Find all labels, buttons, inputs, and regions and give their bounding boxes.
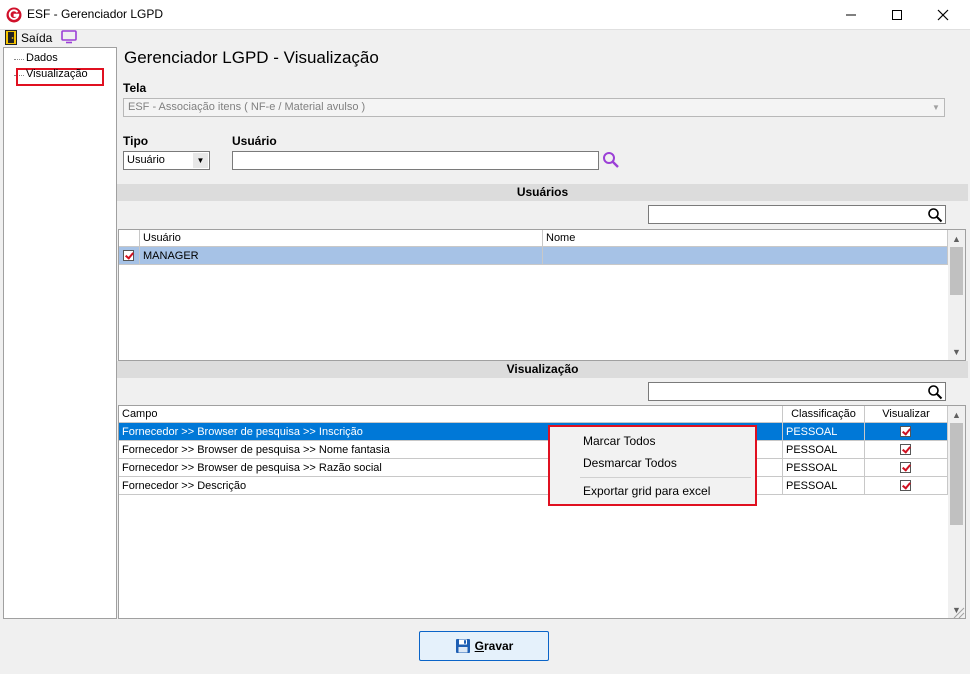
close-icon [937,9,949,21]
search-icon[interactable] [927,207,943,223]
table-row[interactable]: Fornecedor >> Browser de pesquisa >> Nom… [119,441,948,459]
title-bar: ESF - Gerenciador LGPD [0,0,970,30]
column-header-nome[interactable]: Nome [543,230,948,247]
usuario-cell[interactable]: MANAGER [140,247,543,265]
column-header-campo[interactable]: Campo [119,406,783,423]
minimize-icon [846,14,856,16]
checkbox-column-header [119,230,140,247]
visualizar-cell[interactable] [865,459,948,477]
visualizar-checkbox[interactable] [900,426,911,437]
classificacao-cell[interactable]: PESSOAL [783,441,865,459]
tree-item-dados[interactable]: Dados [26,52,58,64]
menu-item-exportar-excel[interactable]: Exportar grid para excel [583,484,710,498]
visualizar-checkbox[interactable] [900,444,911,455]
close-button[interactable] [920,0,966,30]
visualizar-cell[interactable] [865,441,948,459]
save-button-label: Gravar [474,639,514,653]
visualizar-checkbox[interactable] [900,462,911,473]
chevron-down-icon[interactable]: ▼ [193,153,208,168]
classificacao-cell[interactable]: PESSOAL [783,423,865,441]
scroll-thumb[interactable] [950,247,963,295]
exit-door-icon[interactable] [5,30,17,45]
table-row[interactable]: Fornecedor >> Browser de pesquisa >> Ins… [119,423,948,441]
row-checkbox[interactable] [123,250,134,261]
scroll-thumb[interactable] [950,423,963,525]
monitor-icon[interactable] [61,30,77,44]
tela-select[interactable]: ESF - Associação itens ( NF-e / Material… [123,98,945,117]
lookup-search-icon[interactable] [602,151,620,169]
row-checkbox-cell[interactable] [119,247,140,265]
scroll-down-icon[interactable]: ▼ [948,343,965,360]
usuarios-grid: Usuário Nome MANAGER ▲ ▼ [118,229,966,361]
menu-item-desmarcar-todos[interactable]: Desmarcar Todos [583,456,677,470]
usuarios-section-header: Usuários [117,184,968,201]
maximize-button[interactable] [874,0,920,30]
visualizacao-search-input[interactable] [648,382,946,401]
menu-separator [580,477,751,478]
minimize-button[interactable] [828,0,874,30]
tipo-value: Usuário [127,154,165,166]
maximize-icon [892,10,902,20]
classificacao-cell[interactable]: PESSOAL [783,477,865,495]
scroll-up-icon[interactable]: ▲ [948,406,965,423]
visualizar-cell[interactable] [865,477,948,495]
context-menu: Marcar Todos Desmarcar Todos Exportar gr… [548,425,757,506]
app-logo-icon [6,7,22,23]
column-header-usuario[interactable]: Usuário [140,230,543,247]
table-row[interactable]: Fornecedor >> Descrição PESSOAL [119,477,948,495]
floppy-disk-icon [455,639,470,653]
tela-label: Tela [123,81,147,95]
visualizar-cell[interactable] [865,423,948,441]
page-title: Gerenciador LGPD - Visualização [124,48,379,67]
tree-connector [14,59,24,60]
tela-value: ESF - Associação itens ( NF-e / Material… [128,101,366,113]
scroll-up-icon[interactable]: ▲ [948,230,965,247]
tree-item-visualizacao[interactable]: Visualização [26,68,88,80]
visualizacao-scrollbar[interactable]: ▲ ▼ [948,406,965,618]
usuario-input[interactable] [232,151,599,170]
visualizacao-grid-header: Campo Classificação Visualizar [119,406,948,423]
column-header-classificacao[interactable]: Classificação [783,406,865,423]
usuario-label: Usuário [232,134,277,148]
usuarios-grid-header: Usuário Nome [119,230,948,247]
menu-item-marcar-todos[interactable]: Marcar Todos [583,434,655,448]
tipo-select[interactable]: Usuário ▼ [123,151,210,170]
resize-grip-icon[interactable] [948,602,965,619]
tipo-label: Tipo [123,134,149,148]
nome-cell[interactable] [543,247,948,265]
save-button[interactable]: Gravar [419,631,549,661]
table-row[interactable]: MANAGER [119,247,948,265]
visualizacao-section-header: Visualização [117,361,968,378]
visualizar-checkbox[interactable] [900,480,911,491]
chevron-down-icon[interactable]: ▼ [928,99,944,116]
usuarios-scrollbar[interactable]: ▲ ▼ [948,230,965,360]
usuarios-search-input[interactable] [648,205,946,224]
menu-bar: Saída [0,30,970,46]
classificacao-cell[interactable]: PESSOAL [783,459,865,477]
exit-menu-item[interactable]: Saída [21,31,52,45]
visualizacao-grid: Campo Classificação Visualizar Fornecedo… [118,405,966,619]
table-row[interactable]: Fornecedor >> Browser de pesquisa >> Raz… [119,459,948,477]
navigation-tree: Dados Visualização [3,47,117,619]
search-icon[interactable] [927,384,943,400]
window-title: ESF - Gerenciador LGPD [27,7,164,21]
column-header-visualizar[interactable]: Visualizar [865,406,948,423]
